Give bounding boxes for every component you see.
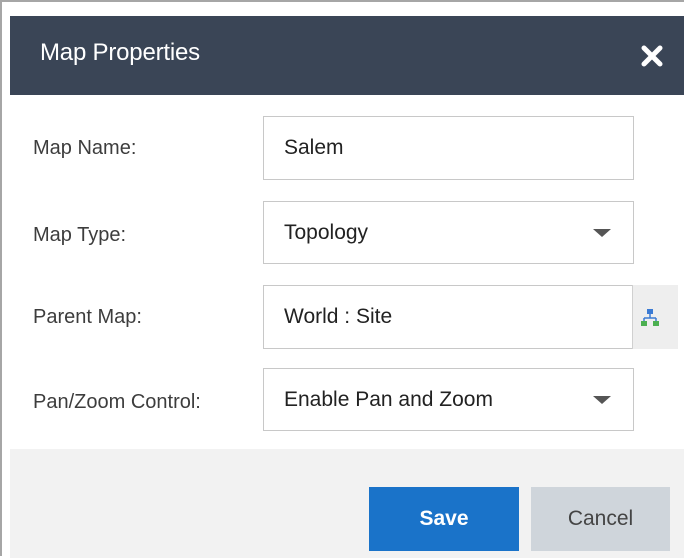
chevron-down-icon [593, 228, 611, 237]
dialog-body: Map Name: Map Type: Topology Parent Map:… [10, 95, 684, 449]
pan-zoom-value: Enable Pan and Zoom [284, 387, 493, 411]
map-type-value: Topology [284, 220, 369, 244]
map-type-label: Map Type: [33, 224, 127, 246]
parent-map-label: Parent Map: [33, 306, 142, 328]
map-properties-dialog: Map Properties Map Name: Map Type: Topol… [0, 0, 684, 558]
chevron-down-icon [593, 395, 611, 404]
close-button[interactable] [638, 42, 666, 70]
map-name-field[interactable] [263, 116, 634, 180]
map-name-input[interactable] [284, 117, 604, 179]
map-name-label: Map Name: [33, 137, 137, 159]
parent-map-picker-button[interactable] [632, 285, 678, 349]
parent-map-value: World : Site [284, 305, 393, 328]
map-type-select[interactable]: Topology [263, 201, 634, 264]
dialog-title: Map Properties [40, 39, 200, 66]
parent-map-field[interactable]: World : Site [263, 285, 640, 349]
map-tree-icon [641, 309, 659, 326]
dialog-header: Map Properties [10, 16, 684, 95]
pan-zoom-select[interactable]: Enable Pan and Zoom [263, 368, 634, 431]
close-icon [641, 45, 663, 67]
pan-zoom-label: Pan/Zoom Control: [33, 391, 201, 413]
save-button[interactable]: Save [369, 487, 519, 551]
cancel-button[interactable]: Cancel [531, 487, 670, 551]
